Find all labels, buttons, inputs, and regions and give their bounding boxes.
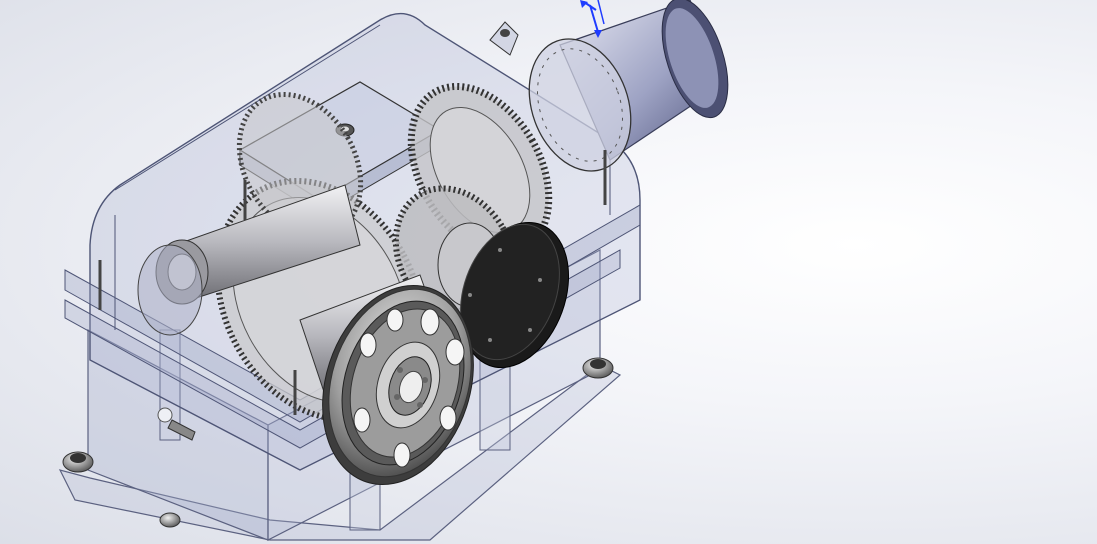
bearing-left (137, 244, 203, 336)
foundation-bolt-right (582, 357, 614, 379)
reference-triad-icon[interactable] (580, 0, 605, 38)
foundation-bolt-front (62, 451, 94, 473)
gearbox-assembly-model[interactable] (0, 0, 1097, 544)
graphics-viewport[interactable] (0, 0, 1097, 544)
lifting-eye (489, 21, 519, 56)
drain-plug (159, 512, 181, 528)
